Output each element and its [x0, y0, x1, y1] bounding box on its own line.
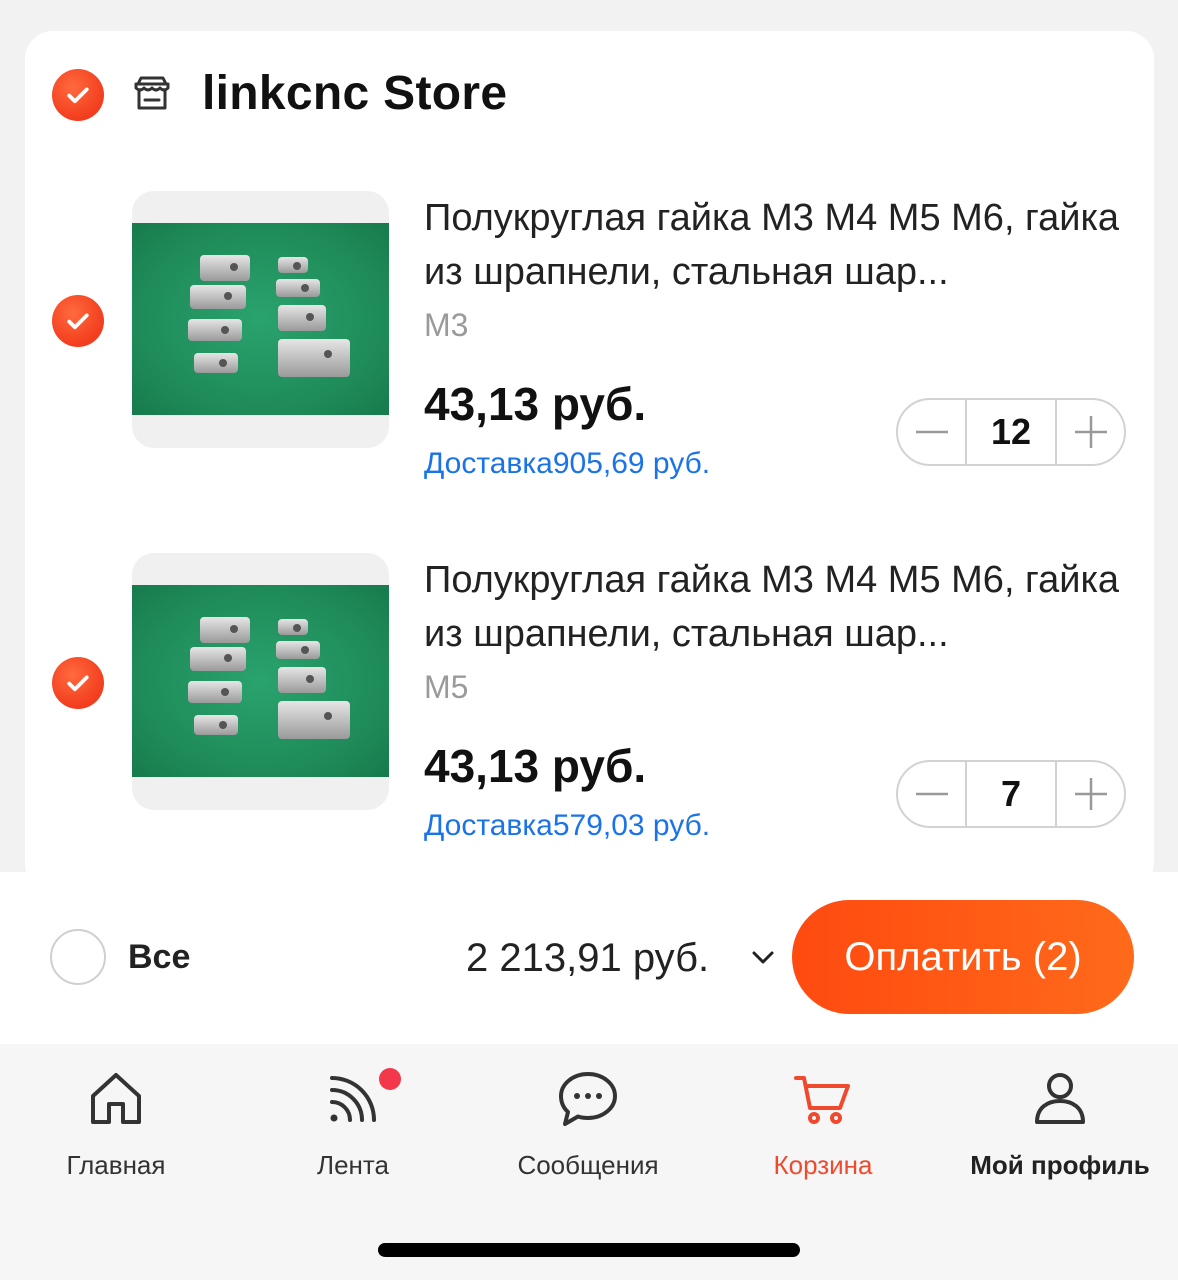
product-image[interactable]	[132, 553, 389, 810]
chevron-down-icon[interactable]	[748, 945, 778, 969]
item-select-checkbox[interactable]	[52, 295, 104, 347]
item-select-checkbox[interactable]	[52, 657, 104, 709]
checkmark-icon	[67, 675, 89, 692]
quantity-stepper: 12	[896, 398, 1126, 466]
quantity-stepper: 7	[896, 760, 1126, 828]
tab-label: Мой профиль	[970, 1150, 1150, 1180]
delivery-cost: Доставка579,03 руб.	[424, 809, 711, 842]
minus-icon	[915, 430, 948, 434]
cart-item: Полукруглая гайка М3 М4 М5 М6, гайка из …	[0, 553, 1178, 853]
product-title[interactable]: Полукруглая гайка М3 М4 М5 М6, гайка из …	[424, 191, 1124, 299]
select-all-label[interactable]: Все	[128, 938, 190, 977]
tab-feed[interactable]: Лента	[243, 1066, 463, 1181]
home-indicator[interactable]	[378, 1243, 800, 1257]
product-variant[interactable]: M3	[424, 307, 468, 344]
tab-label: Корзина	[773, 1150, 873, 1180]
increase-quantity-button[interactable]	[1057, 762, 1124, 826]
tab-label: Главная	[66, 1150, 166, 1180]
store-name[interactable]: linkcnc Store	[202, 66, 507, 121]
store-select-checkbox[interactable]	[52, 69, 104, 121]
delivery-cost: Доставка905,69 руб.	[424, 447, 711, 480]
product-price: 43,13 руб.	[424, 378, 647, 430]
select-all-checkbox[interactable]	[50, 929, 106, 985]
checkmark-icon	[67, 87, 89, 104]
tab-messages[interactable]: Сообщения	[478, 1066, 698, 1181]
messages-icon	[559, 1072, 617, 1126]
product-price: 43,13 руб.	[424, 740, 647, 792]
quantity-value[interactable]: 12	[965, 400, 1057, 464]
tab-profile[interactable]: Мой профиль	[950, 1066, 1170, 1181]
product-title[interactable]: Полукруглая гайка М3 М4 М5 М6, гайка из …	[424, 553, 1124, 661]
feed-icon	[330, 1076, 376, 1122]
minus-icon	[915, 792, 948, 796]
cart-item: Полукруглая гайка М3 М4 М5 М6, гайка из …	[0, 191, 1178, 491]
profile-icon	[1035, 1073, 1085, 1124]
notification-badge	[379, 1068, 401, 1090]
cart-icon	[794, 1076, 850, 1124]
tab-cart[interactable]: Корзина	[713, 1066, 933, 1181]
tab-label: Сообщения	[517, 1150, 659, 1180]
quantity-value[interactable]: 7	[965, 762, 1057, 826]
decrease-quantity-button[interactable]	[898, 400, 965, 464]
decrease-quantity-button[interactable]	[898, 762, 965, 826]
tab-home[interactable]: Главная	[6, 1066, 226, 1181]
increase-quantity-button[interactable]	[1057, 400, 1124, 464]
home-icon	[91, 1073, 141, 1124]
store-icon	[134, 76, 170, 110]
checkout-bar: Все 2 213,91 руб. Оплатить (2)	[0, 872, 1178, 1044]
product-image[interactable]	[132, 191, 389, 448]
tab-label: Лента	[317, 1150, 389, 1180]
product-variant[interactable]: M5	[424, 669, 468, 706]
pay-button[interactable]: Оплатить (2)	[792, 900, 1134, 1014]
total-price[interactable]: 2 213,91 руб.	[466, 936, 709, 981]
plus-icon	[1074, 416, 1107, 448]
checkmark-icon	[67, 313, 89, 330]
plus-icon	[1074, 778, 1107, 810]
